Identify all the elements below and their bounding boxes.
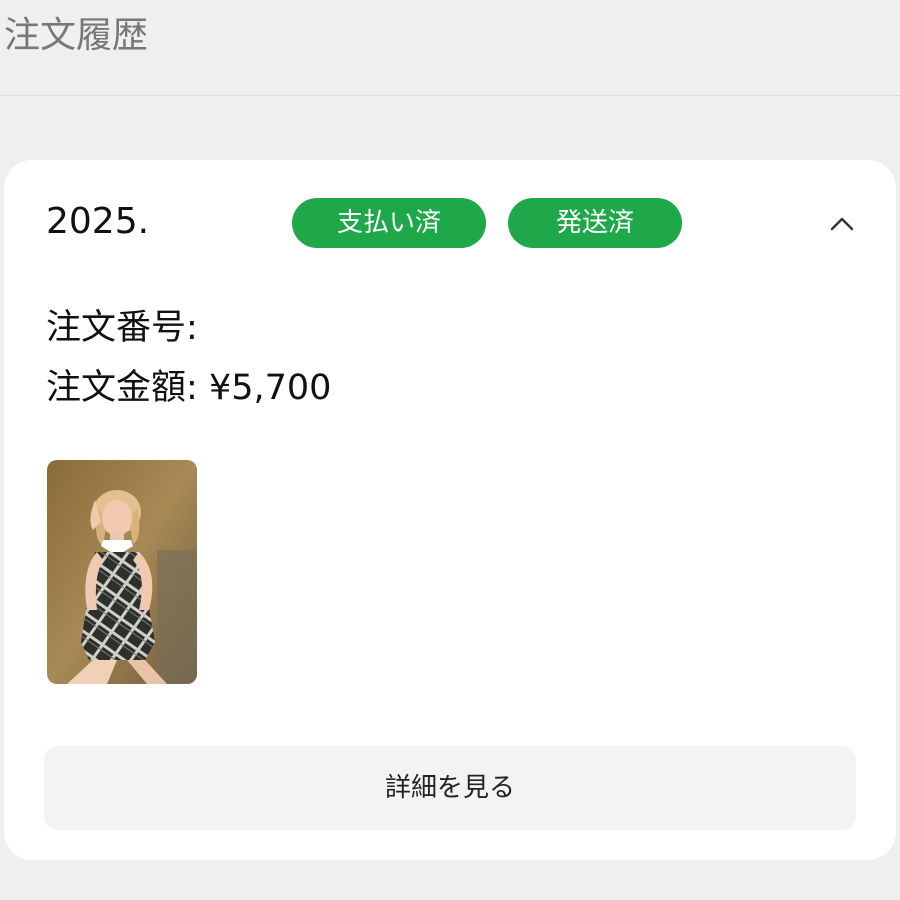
view-details-button[interactable]: 詳細を見る	[44, 746, 856, 830]
order-number-row: 注文番号:	[46, 298, 331, 358]
status-badge-shipped: 発送済	[508, 198, 682, 248]
product-photo	[47, 460, 197, 684]
order-info: 注文番号: 注文金額: ¥5,700	[46, 298, 331, 418]
order-number-label: 注文番号:	[46, 308, 198, 348]
order-date: 2025.	[46, 201, 150, 242]
order-amount-value: ¥5,700	[208, 368, 332, 408]
collapse-toggle-button[interactable]	[822, 204, 862, 244]
chevron-up-icon	[830, 217, 854, 231]
product-thumbnail[interactable]	[47, 460, 197, 684]
page-title: 注文履歴	[4, 15, 149, 56]
status-badge-paid: 支払い済	[292, 198, 486, 248]
order-amount-label: 注文金額:	[46, 368, 198, 408]
order-amount-row: 注文金額: ¥5,700	[46, 358, 331, 418]
order-card: 2025. 支払い済 発送済 注文番号: 注文金額: ¥5,700 詳細を見る	[4, 160, 896, 860]
page-header: 注文履歴	[0, 0, 900, 96]
